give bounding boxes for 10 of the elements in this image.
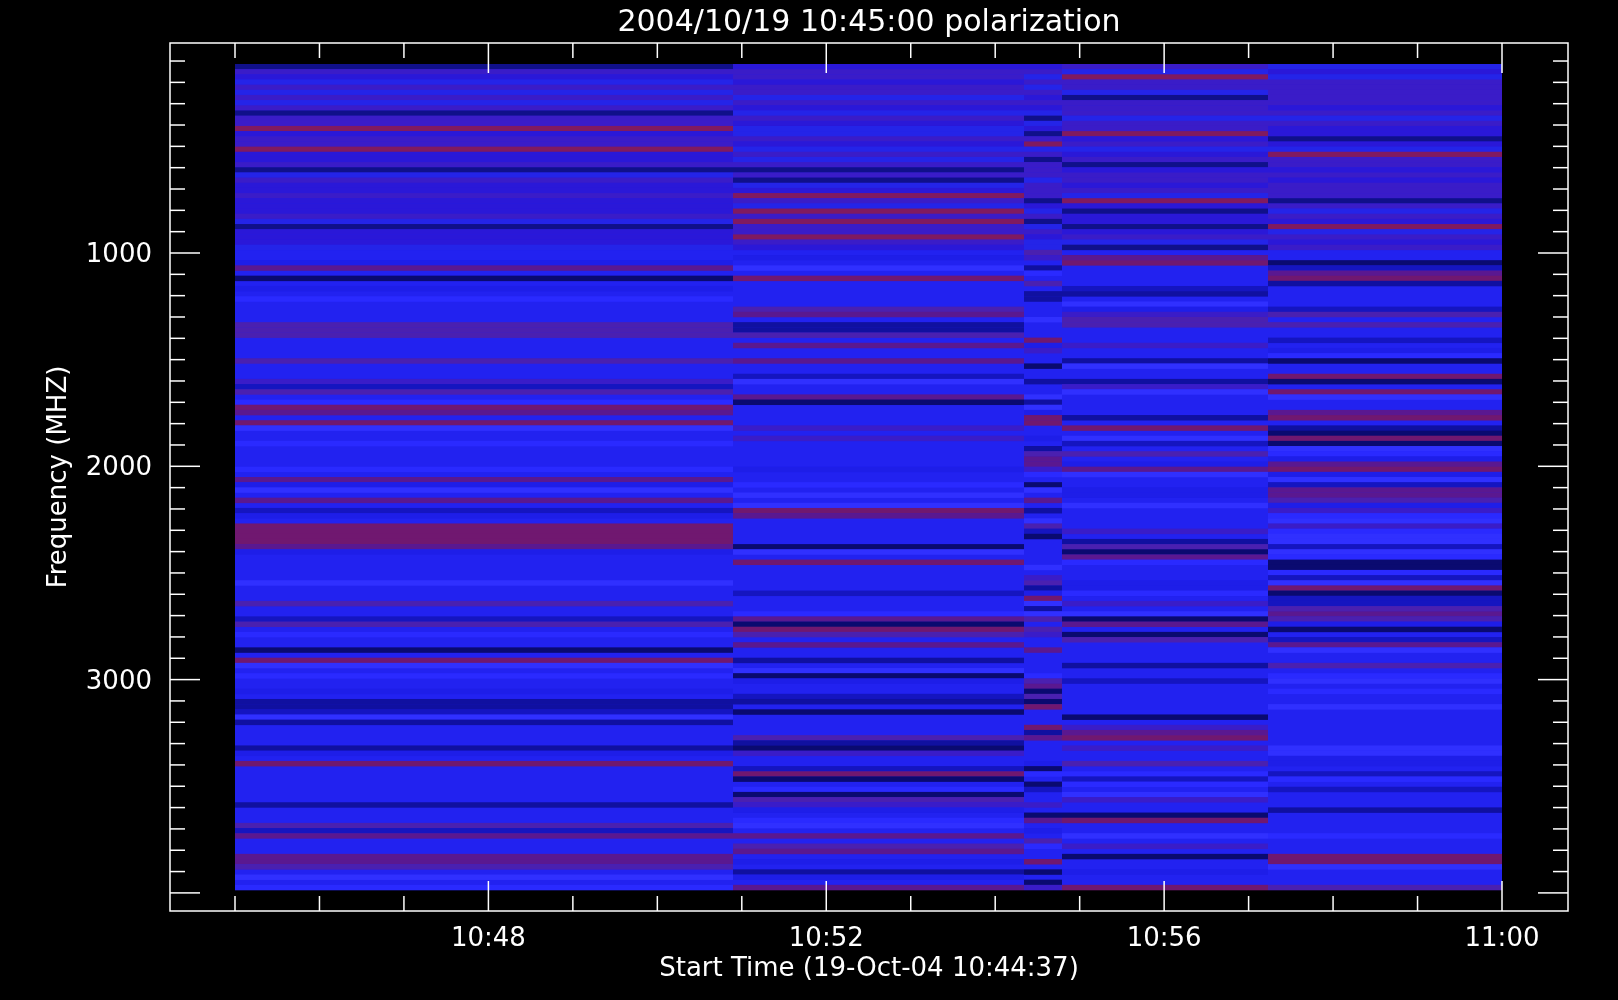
x-tick-label: 10:56 xyxy=(1126,922,1202,952)
y-tick-label: 2000 xyxy=(85,451,152,482)
chart-title: 2004/10/19 10:45:00 polarization xyxy=(617,3,1121,38)
y-tick-label: 3000 xyxy=(85,664,152,695)
y-tick-label: 1000 xyxy=(85,238,152,268)
x-axis-label: Start Time (19-Oct-04 10:44:37) xyxy=(659,952,1079,982)
x-tick-label: 10:48 xyxy=(450,922,526,952)
x-tick-label: 11:00 xyxy=(1464,922,1540,952)
x-tick-label: 10:52 xyxy=(788,922,864,952)
y-axis-label: Frequency (MHZ) xyxy=(42,365,72,589)
